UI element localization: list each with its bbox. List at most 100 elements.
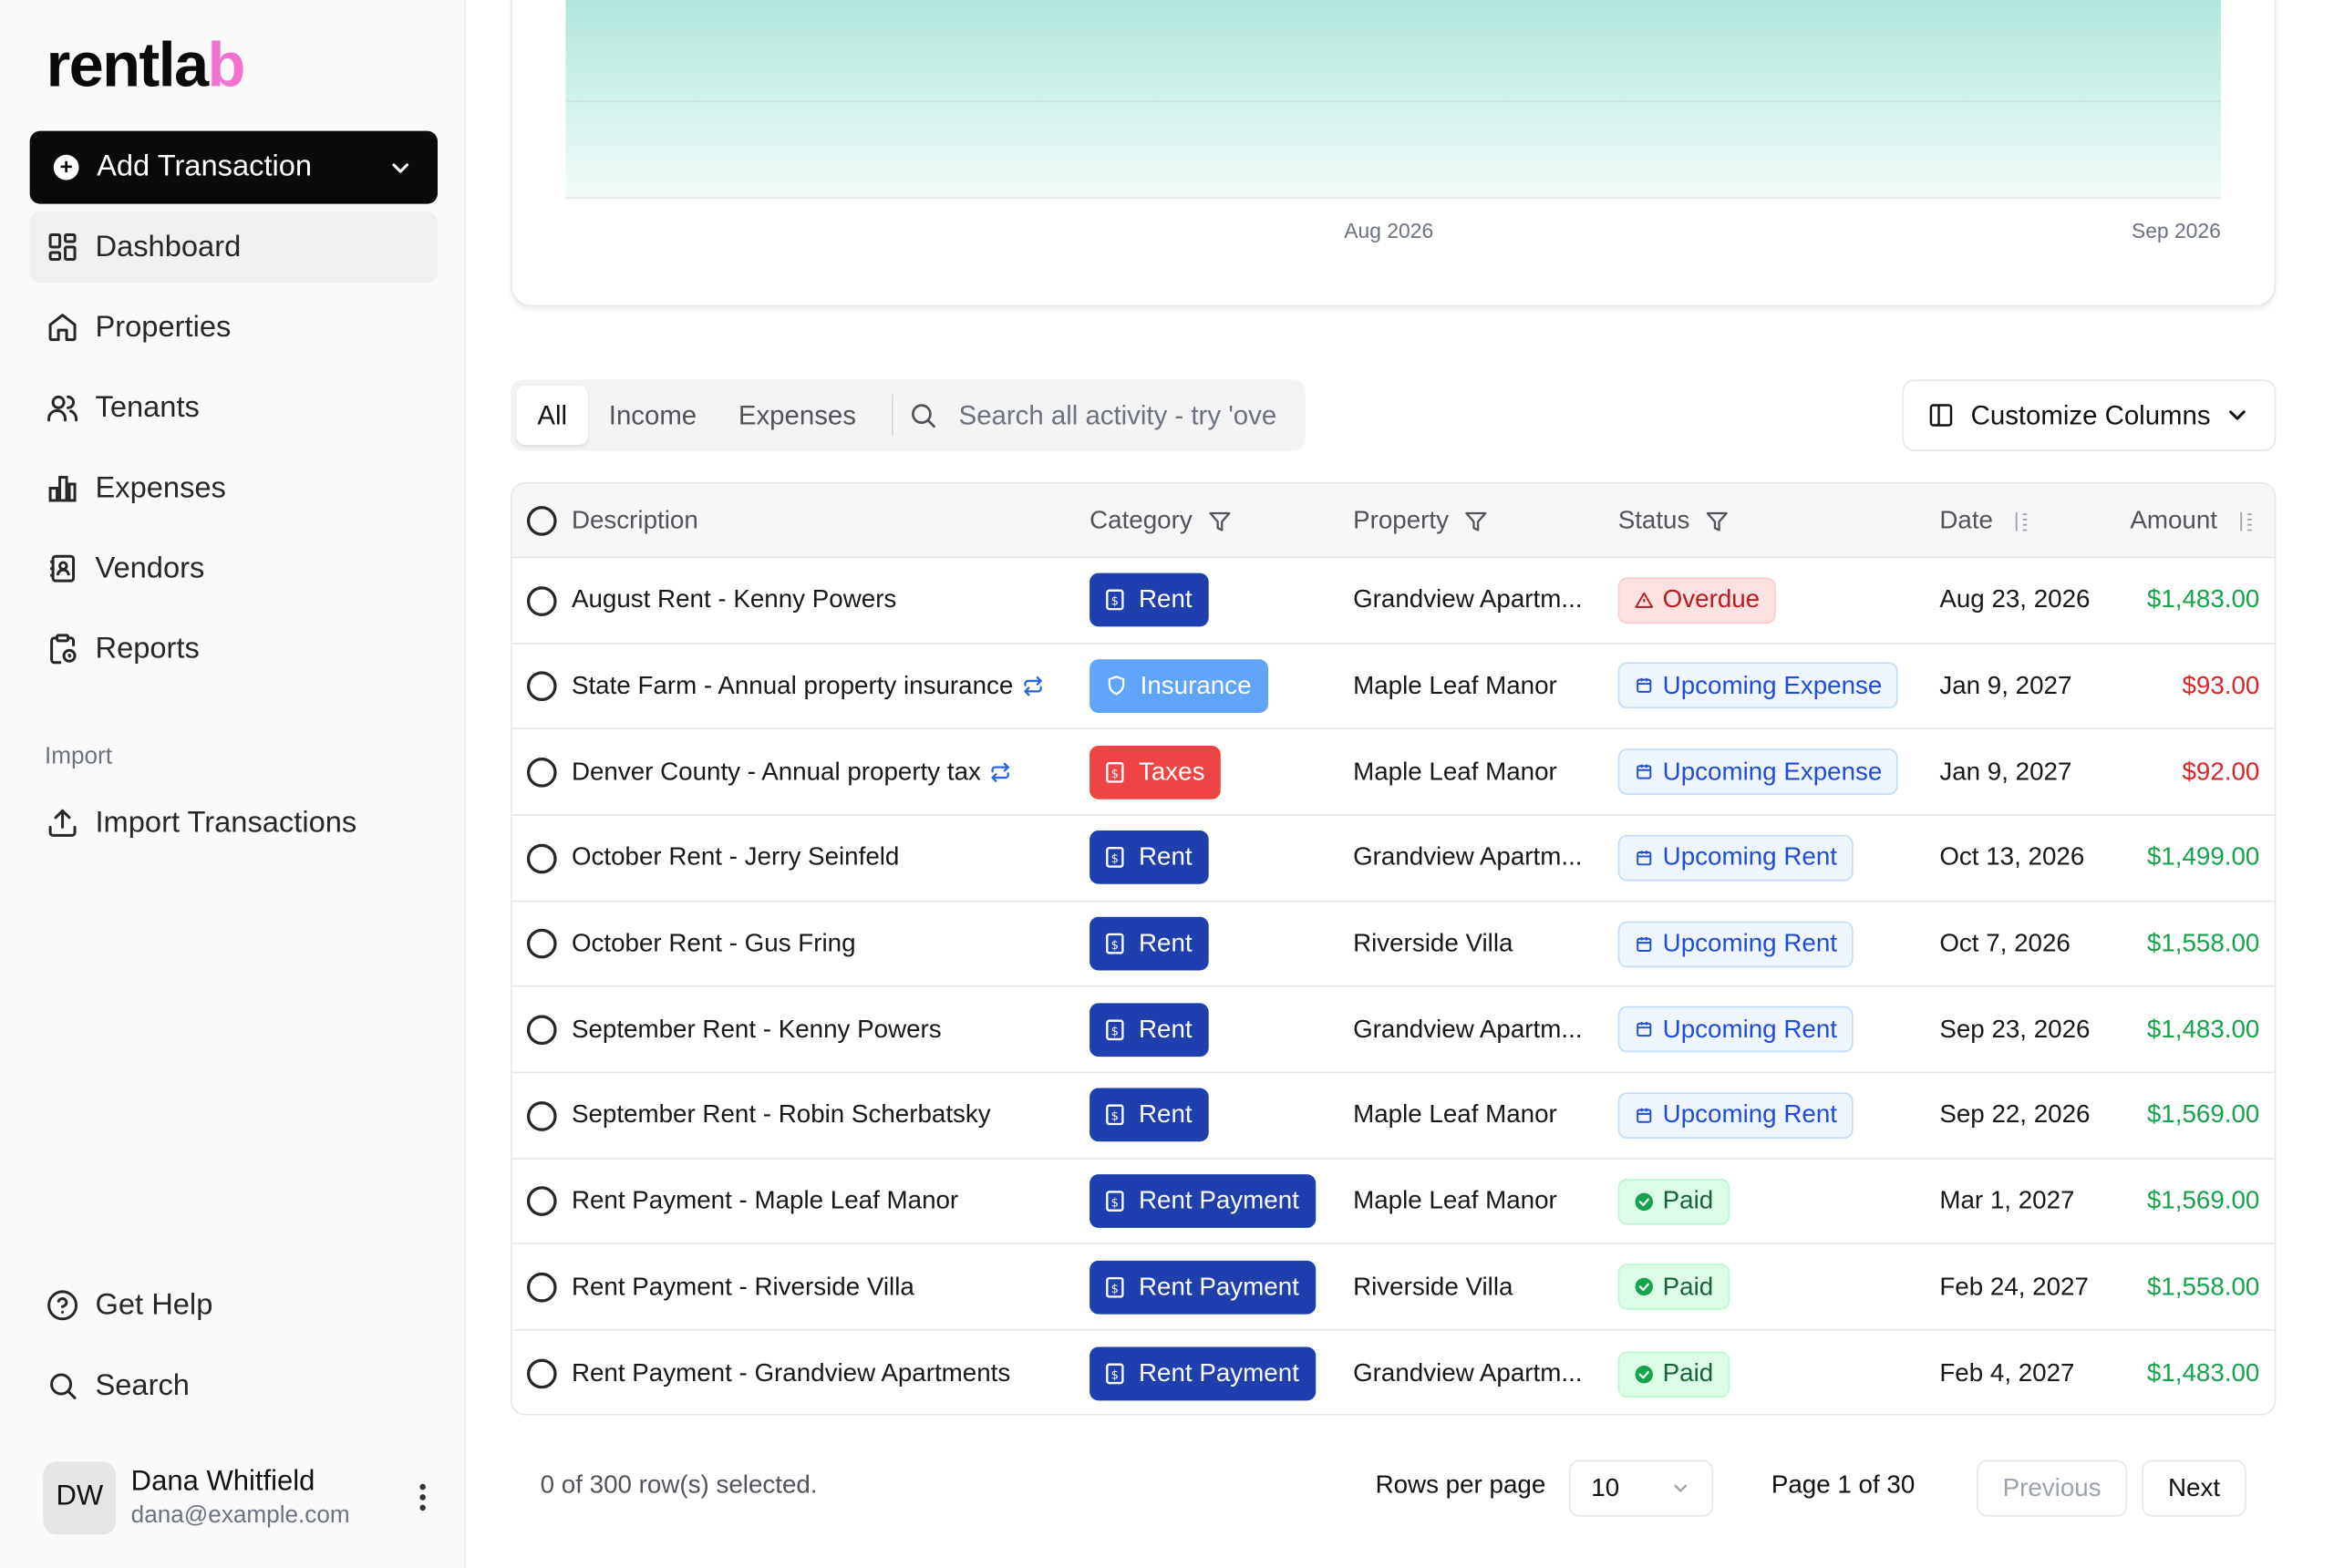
users-icon [47, 395, 78, 422]
search-box [908, 399, 1299, 431]
category-cell: $ Rent Payment [1090, 1245, 1316, 1329]
filter-icon[interactable] [1207, 509, 1233, 534]
table-row[interactable]: September Rent - Kenny Powers $ Rent Grandv… [511, 987, 2275, 1074]
amount-cell: $1,558.00 [2146, 928, 2260, 957]
tab-expenses[interactable]: Expenses [718, 386, 877, 445]
property-cell: Grandview Apartm... [1353, 1015, 1583, 1044]
property-cell: Maple Leaf Manor [1353, 757, 1557, 786]
sidebar-item-reports[interactable]: Reports [30, 614, 438, 685]
row-checkbox[interactable] [526, 1273, 557, 1303]
add-transaction-label: Add Transaction [97, 150, 313, 183]
next-page-button[interactable]: Next [2142, 1460, 2246, 1517]
status-badge: Upcoming Rent [1617, 920, 1854, 967]
table-header: Description Category Property Status Dat… [511, 483, 2275, 559]
transactions-table: Description Category Property Status Dat… [510, 481, 2277, 1416]
table-row[interactable]: October Rent - Gus Fring $ Rent Riverside V… [511, 902, 2275, 987]
table-row[interactable]: September Rent - Robin Scherbatsky $ Rent M… [511, 1073, 2275, 1160]
receipt-icon: $ [1106, 933, 1124, 954]
sidebar-item-expenses[interactable]: Expenses [30, 452, 438, 523]
row-checkbox[interactable] [526, 1100, 557, 1131]
customize-columns-button[interactable]: Customize Columns [1902, 379, 2277, 451]
column-header-category[interactable]: Category [1090, 484, 1233, 559]
sidebar-item-import-transactions[interactable]: Import Transactions [30, 788, 438, 859]
sidebar-item-dashboard[interactable]: Dashboard [29, 211, 438, 284]
row-checkbox[interactable] [526, 1358, 557, 1388]
sidebar-item-tenants[interactable]: Tenants [30, 372, 438, 443]
property-cell: Maple Leaf Manor [1353, 1100, 1557, 1130]
tab-income[interactable]: Income [588, 386, 718, 445]
column-header-date[interactable]: Date [1939, 484, 2033, 559]
status-badge: Upcoming Expense [1617, 748, 1899, 796]
svg-text:$: $ [1111, 939, 1119, 953]
date-cell: Sep 23, 2026 [1939, 1015, 2091, 1044]
more-vertical-icon[interactable] [408, 1483, 438, 1511]
description-cell: September Rent - Kenny Powers [571, 1015, 942, 1044]
sidebar-item-properties[interactable]: Properties [30, 292, 438, 363]
app-logo[interactable]: rentlab [46, 30, 246, 101]
row-checkbox[interactable] [526, 1015, 557, 1046]
table-row[interactable]: Rent Payment - Maple Leaf Manor $ Rent Pay… [511, 1160, 2275, 1245]
table-row[interactable]: October Rent - Jerry Seinfeld $ Rent Grandv… [511, 816, 2275, 902]
user-profile[interactable]: DW Dana Whitfield dana@example.com [43, 1459, 438, 1536]
selection-count: 0 of 300 row(s) selected. [540, 1470, 818, 1500]
filter-icon[interactable] [1463, 509, 1489, 534]
calendar-icon [1637, 936, 1652, 952]
divider [892, 394, 893, 437]
table-row[interactable]: August Rent - Kenny Powers $ Rent Grandview… [511, 558, 2275, 645]
receipt-icon: $ [1106, 761, 1124, 783]
row-checkbox[interactable] [526, 585, 557, 616]
tab-all[interactable]: All [516, 385, 588, 446]
search-icon [912, 404, 936, 428]
property-cell: Maple Leaf Manor [1353, 671, 1557, 700]
row-checkbox[interactable] [526, 671, 557, 702]
row-checkbox[interactable] [526, 929, 557, 959]
date-cell: Oct 7, 2026 [1939, 928, 2071, 957]
previous-page-button[interactable]: Previous [1977, 1460, 2128, 1517]
clipboard-clock-icon [50, 634, 77, 665]
table-row[interactable]: Rent Payment - Riverside Villa $ Rent Paym… [511, 1245, 2275, 1331]
rows-per-page-label: Rows per page [1375, 1470, 1546, 1500]
table-row[interactable]: Denver County - Annual property tax $ Taxe… [511, 730, 2275, 816]
row-checkbox[interactable] [526, 1186, 557, 1217]
description-cell: State Farm - Annual property insurance [572, 644, 1043, 727]
category-badge: $ Rent Payment [1090, 1174, 1316, 1229]
category-badge: $ Rent [1090, 1088, 1209, 1142]
sort-icon[interactable] [2008, 509, 2033, 534]
category-cell: $ Rent [1090, 987, 1209, 1071]
column-header-amount[interactable]: Amount [2130, 484, 2257, 559]
status-cell: Upcoming Rent [1617, 1073, 1854, 1157]
select-all-checkbox[interactable] [526, 506, 557, 536]
add-transaction-button[interactable]: + Add Transaction [29, 130, 438, 204]
status-badge: Upcoming Rent [1617, 1092, 1854, 1139]
amount-cell: $1,483.00 [2146, 1015, 2260, 1044]
column-header-description[interactable]: Description [572, 484, 698, 559]
rows-per-page-select[interactable]: 10 [1568, 1460, 1714, 1517]
chevron-down-icon [392, 162, 409, 172]
column-header-status[interactable]: Status [1618, 484, 1730, 559]
calendar-icon [1637, 851, 1652, 866]
sidebar-item-vendors[interactable]: Vendors [30, 532, 438, 603]
area-fill [565, 0, 2221, 199]
search-input[interactable] [958, 399, 1286, 431]
description-cell: Denver County - Annual property tax [572, 730, 1011, 814]
table-row[interactable]: State Farm - Annual property insurance In… [511, 644, 2275, 730]
filter-icon[interactable] [1705, 509, 1730, 534]
date-cell: Mar 1, 2027 [1939, 1186, 2075, 1215]
sidebar-item-search[interactable]: Search [30, 1350, 438, 1421]
status-cell: Paid [1617, 1245, 1730, 1329]
sort-icon[interactable] [2232, 509, 2257, 534]
svg-text:$: $ [1111, 767, 1119, 780]
amount-cell: $1,499.00 [2146, 842, 2260, 872]
category-badge: Insurance [1090, 659, 1268, 713]
row-checkbox[interactable] [526, 757, 557, 788]
status-cell: Paid [1617, 1331, 1730, 1414]
description-cell: Rent Payment - Riverside Villa [571, 1272, 914, 1301]
row-checkbox[interactable] [526, 843, 557, 873]
user-info: Dana Whitfield dana@example.com [131, 1465, 350, 1529]
column-header-property[interactable]: Property [1353, 484, 1489, 559]
table-row[interactable]: Rent Payment - Grandview Apartments $ Rent… [512, 1331, 2275, 1414]
sidebar-item-get-help[interactable]: Get Help [30, 1270, 438, 1341]
bar-chart-icon [48, 476, 77, 502]
check-circle-icon [1635, 1365, 1653, 1383]
status-badge: Upcoming Rent [1617, 1006, 1854, 1053]
